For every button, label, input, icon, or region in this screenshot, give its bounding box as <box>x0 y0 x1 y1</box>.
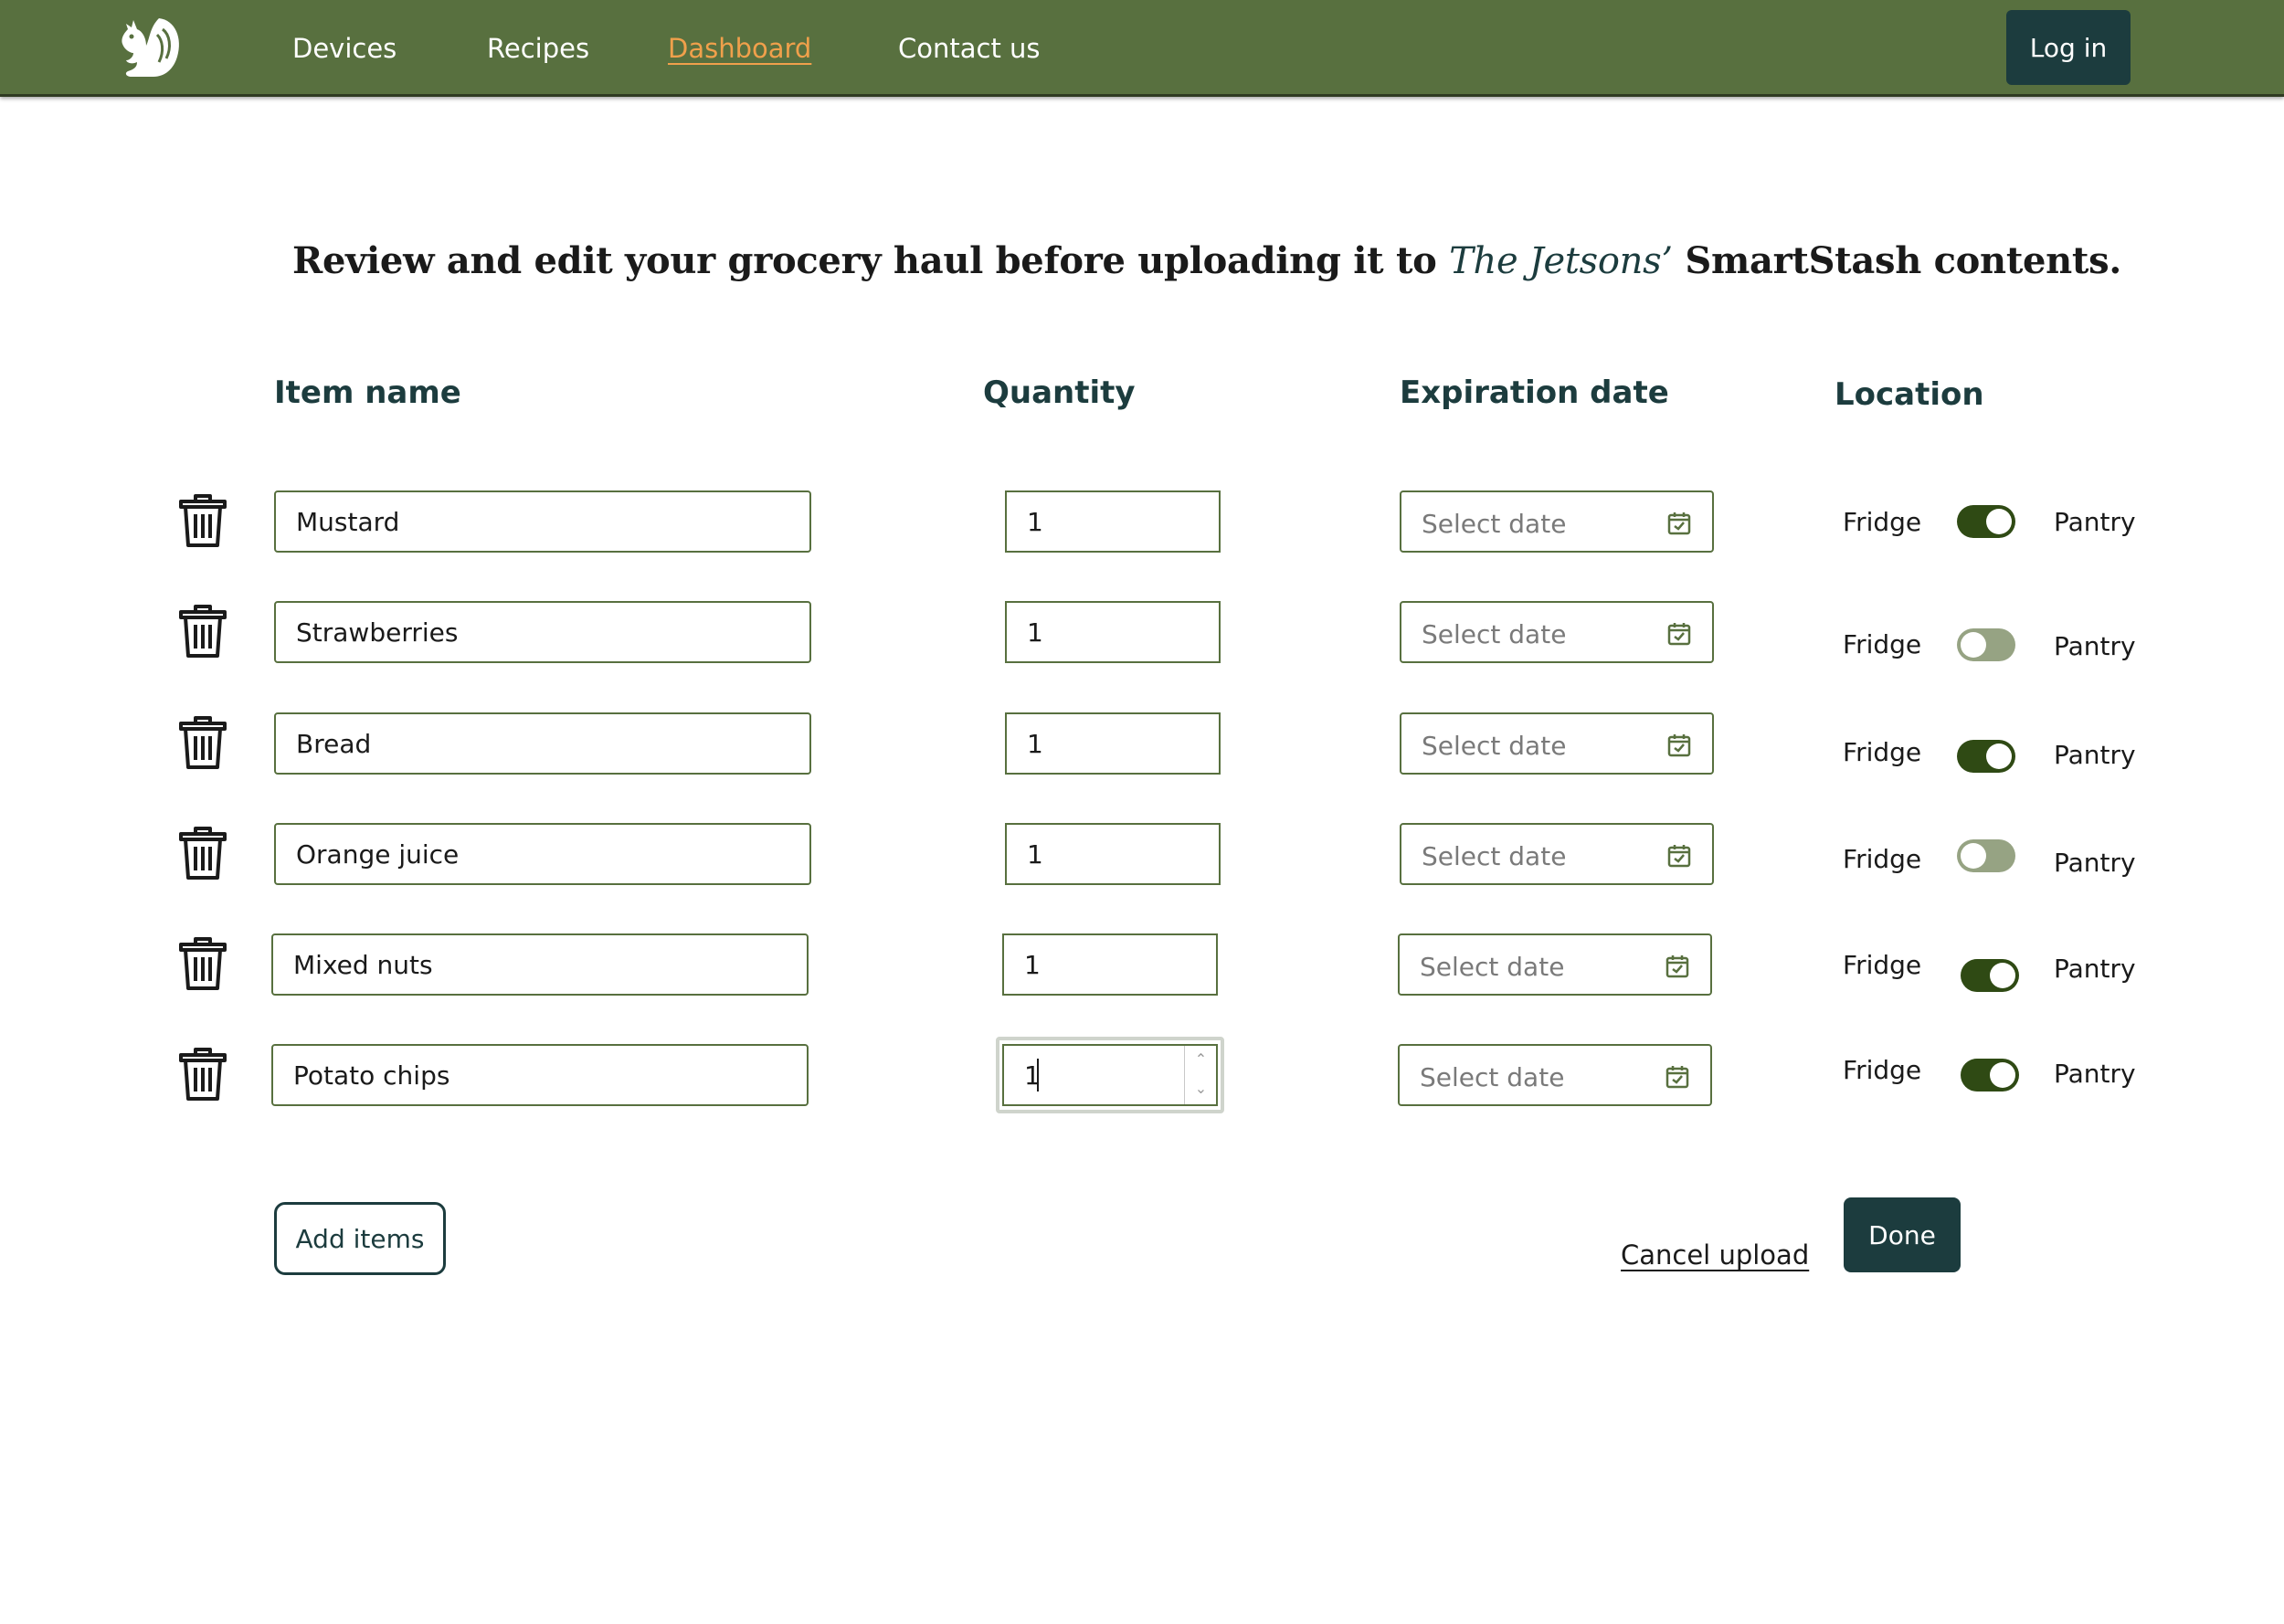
trash-icon[interactable] <box>177 1046 228 1102</box>
location-fridge-label: Fridge <box>1843 1055 1922 1085</box>
chevron-up-icon[interactable]: ⌃ <box>1185 1046 1217 1075</box>
item-name-input[interactable] <box>274 823 811 885</box>
calendar-icon[interactable] <box>1665 1064 1690 1090</box>
item-name-input[interactable] <box>274 712 811 775</box>
calendar-icon[interactable] <box>1666 621 1692 647</box>
location-pantry-label: Pantry <box>2054 740 2136 770</box>
toggle-knob <box>1986 743 2012 769</box>
trash-icon[interactable] <box>177 825 228 881</box>
location-toggle[interactable] <box>1957 505 2015 538</box>
heading-owner-name: The Jetsons’ <box>1449 240 1673 282</box>
heading-text-before: Review and edit your grocery haul before… <box>292 239 1450 282</box>
location-pantry-label: Pantry <box>2054 507 2136 537</box>
trash-icon[interactable] <box>177 492 228 549</box>
quantity-input[interactable] <box>1005 601 1221 663</box>
location-pantry-label: Pantry <box>2054 954 2136 984</box>
item-row: Select date Fridge Pantry <box>0 490 2284 554</box>
location-toggle[interactable] <box>1957 628 2015 661</box>
toggle-knob <box>1986 509 2012 534</box>
quantity-input[interactable] <box>1005 490 1221 553</box>
item-name-input[interactable] <box>274 490 811 553</box>
item-row: Select date Fridge Pantry <box>0 933 2284 997</box>
date-placeholder: Select date <box>1422 841 1567 871</box>
column-header-location: Location <box>1835 376 1984 413</box>
date-placeholder: Select date <box>1422 509 1567 539</box>
item-row: Select date Fridge Pantry <box>0 712 2284 776</box>
nav-devices[interactable]: Devices <box>292 33 397 64</box>
expiration-date-picker[interactable]: Select date <box>1398 1044 1712 1106</box>
calendar-icon[interactable] <box>1666 733 1692 758</box>
column-header-quantity: Quantity <box>983 374 1136 411</box>
toggle-knob <box>1990 963 2015 988</box>
page-heading: Review and edit your grocery haul before… <box>292 239 2121 282</box>
date-placeholder: Select date <box>1420 952 1565 982</box>
toggle-knob <box>1961 632 1986 658</box>
location-pantry-label: Pantry <box>2054 1059 2136 1089</box>
location-fridge-label: Fridge <box>1843 844 1922 874</box>
expiration-date-picker[interactable]: Select date <box>1400 712 1714 775</box>
quantity-input[interactable] <box>1002 933 1218 996</box>
done-button[interactable]: Done <box>1844 1197 1961 1272</box>
chevron-down-icon[interactable]: ⌄ <box>1185 1075 1217 1104</box>
nav-recipes[interactable]: Recipes <box>487 33 589 64</box>
location-toggle[interactable] <box>1961 1059 2019 1091</box>
location-pantry-label: Pantry <box>2054 848 2136 878</box>
location-pantry-label: Pantry <box>2054 631 2136 661</box>
expiration-date-picker[interactable]: Select date <box>1400 823 1714 885</box>
location-fridge-label: Fridge <box>1843 629 1922 659</box>
date-placeholder: Select date <box>1420 1062 1565 1092</box>
nav-contact-us[interactable]: Contact us <box>898 33 1041 64</box>
item-row: Select date Fridge Pantry <box>0 823 2284 887</box>
quantity-input[interactable] <box>1005 712 1221 775</box>
trash-icon[interactable] <box>177 935 228 992</box>
column-header-item-name: Item name <box>274 374 461 411</box>
calendar-icon[interactable] <box>1666 843 1692 869</box>
location-toggle[interactable] <box>1957 839 2015 872</box>
trash-icon[interactable] <box>177 603 228 659</box>
text-cursor <box>1037 1059 1039 1091</box>
location-fridge-label: Fridge <box>1843 737 1922 767</box>
item-row: Select date Fridge Pantry <box>0 601 2284 665</box>
location-fridge-label: Fridge <box>1843 950 1922 980</box>
expiration-date-picker[interactable]: Select date <box>1400 601 1714 663</box>
column-header-expiration-date: Expiration date <box>1400 374 1669 411</box>
toggle-knob <box>1990 1062 2015 1088</box>
expiration-date-picker[interactable]: Select date <box>1398 933 1712 996</box>
nav-dashboard[interactable]: Dashboard <box>668 33 811 64</box>
calendar-icon[interactable] <box>1666 511 1692 536</box>
top-navbar: Devices Recipes Dashboard Contact us Log… <box>0 0 2284 97</box>
item-name-input[interactable] <box>271 933 809 996</box>
date-placeholder: Select date <box>1422 731 1567 761</box>
location-fridge-label: Fridge <box>1843 507 1922 537</box>
expiration-date-picker[interactable]: Select date <box>1400 490 1714 553</box>
quantity-stepper[interactable]: ⌃ ⌄ <box>1184 1046 1217 1104</box>
location-toggle[interactable] <box>1957 740 2015 773</box>
calendar-icon[interactable] <box>1665 954 1690 979</box>
item-row: ⌃ ⌄ Select date Fridge Pantry <box>0 1037 2284 1113</box>
trash-icon[interactable] <box>177 714 228 771</box>
item-name-input[interactable] <box>271 1044 809 1106</box>
login-button[interactable]: Log in <box>2006 10 2131 85</box>
heading-text-after: SmartStash contents. <box>1672 239 2121 282</box>
toggle-knob <box>1961 843 1986 869</box>
add-items-button[interactable]: Add items <box>274 1202 446 1275</box>
date-placeholder: Select date <box>1422 619 1567 649</box>
cancel-upload-link[interactable]: Cancel upload <box>1621 1239 1809 1271</box>
item-name-input[interactable] <box>274 601 811 663</box>
location-toggle[interactable] <box>1961 959 2019 992</box>
quantity-input[interactable] <box>1005 823 1221 885</box>
squirrel-logo-icon[interactable] <box>113 11 186 84</box>
